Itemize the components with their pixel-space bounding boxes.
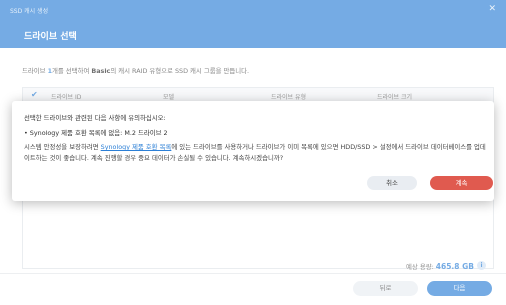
dialog-bullet: • Synology 제품 호환 목록에 없음: M.2 드라이브 2 <box>24 129 168 137</box>
continue-button[interactable]: 계속 <box>430 176 493 190</box>
compatibility-list-link[interactable]: Synology 제품 호환 목록 <box>101 143 172 151</box>
dialog-intro: 선택한 드라이브와 관련된 다음 사항에 유의하십시오: <box>24 114 166 122</box>
warning-dialog: 선택한 드라이브와 관련된 다음 사항에 유의하십시오: • Synology … <box>12 101 494 201</box>
dialog-body-pre: 시스템 안정성을 보장하려면 <box>24 143 101 151</box>
dialog-body: 시스템 안정성을 보장하려면 Synology 제품 호환 목록에 있는 드라이… <box>24 142 486 164</box>
cancel-button[interactable]: 취소 <box>367 176 417 190</box>
